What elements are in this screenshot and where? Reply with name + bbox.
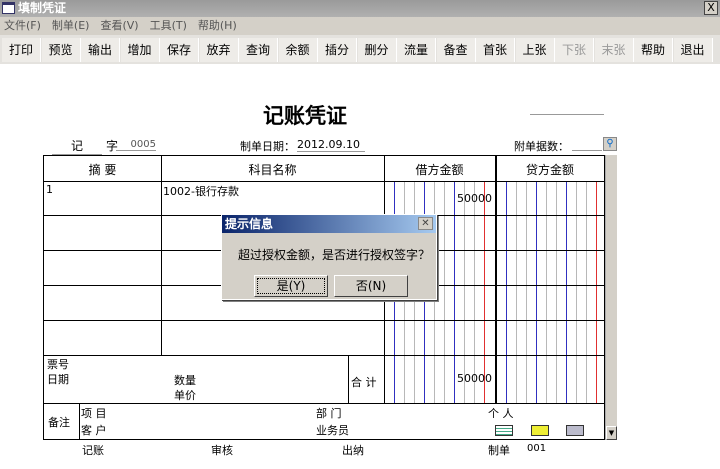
card-icon[interactable] — [531, 425, 549, 436]
grid-line — [496, 156, 497, 403]
column-header: 摘 要 — [88, 163, 117, 177]
toolbar-button[interactable]: 查询 — [239, 38, 278, 62]
toolbar-button[interactable]: 末张 — [594, 38, 634, 62]
grid-line — [44, 320, 604, 321]
person-label: 个 人 — [488, 407, 514, 420]
toolbar-button[interactable]: 首张 — [476, 38, 515, 62]
sign-bookkeep: 记账 — [82, 444, 104, 457]
no-button[interactable]: 否(N) — [334, 275, 408, 297]
ticket-label: 票号 — [47, 358, 69, 371]
toolbar-button[interactable]: 上张 — [515, 38, 555, 62]
toolbar-button[interactable]: 放弃 — [199, 38, 239, 62]
toolbar-button[interactable]: 帮助 — [634, 38, 673, 62]
yes-button[interactable]: 是(Y) — [254, 275, 328, 297]
menu-item[interactable]: 文件(F) — [4, 17, 41, 35]
menu-bar: 文件(F) 制单(E) 查看(V) 工具(T) 帮助(H) — [0, 17, 720, 35]
grid-line — [79, 403, 80, 440]
dialog-message: 超过授权金额，是否进行授权签字？ — [238, 248, 431, 262]
window-titlebar: 填制凭证 X — [0, 0, 720, 17]
column-header: 借方金额 — [415, 163, 464, 177]
sign-maker: 001 — [527, 443, 547, 454]
attach-label: 附单据数： — [514, 140, 569, 153]
summary-cell[interactable] — [46, 288, 159, 320]
voucher-number-field[interactable]: 0005 — [116, 139, 156, 151]
price-label: 单价 — [174, 389, 196, 402]
column-header: 贷方金额 — [525, 163, 574, 177]
menu-item[interactable]: 制单(E) — [52, 17, 90, 35]
toolbar-button[interactable]: 流量 — [397, 38, 436, 62]
note-icon[interactable] — [495, 425, 513, 436]
grid-line — [44, 355, 604, 356]
app-icon — [2, 2, 15, 14]
dept-label: 部 门 — [316, 407, 342, 420]
menu-item[interactable]: 帮助(H) — [198, 17, 237, 35]
salesman-label: 业务员 — [316, 424, 349, 437]
menu-item[interactable]: 查看(V) — [100, 17, 138, 35]
account-cell[interactable] — [163, 323, 382, 355]
toolbar-button[interactable]: 输出 — [81, 38, 120, 62]
debit-cell[interactable]: 50000 — [384, 192, 492, 205]
toolbar-button[interactable]: 打印 — [2, 38, 41, 62]
qty-label: 数量 — [174, 374, 196, 387]
voucher-type-field[interactable]: 记 — [52, 137, 102, 155]
summary-cell[interactable] — [46, 218, 159, 250]
grid-line — [44, 403, 604, 404]
window-title: 填制凭证 — [18, 1, 67, 15]
toolbar-button[interactable]: 预览 — [41, 38, 81, 62]
sign-cashier: 出纳 — [342, 444, 364, 457]
toolbar-button[interactable]: 插分 — [318, 38, 357, 62]
notes-label: 备注 — [48, 416, 70, 429]
project-label: 项 目 — [81, 407, 107, 420]
voucher-title: 记账凭证 — [263, 103, 347, 128]
toolbar-button[interactable]: 增加 — [120, 38, 160, 62]
scrollbar[interactable]: ▼ — [605, 155, 617, 440]
search-icon[interactable]: ⚲ — [603, 137, 617, 151]
sign-audit: 审核 — [211, 444, 233, 457]
date-label: 日期 — [47, 373, 69, 386]
total-debit: 50000 — [457, 372, 492, 385]
divider — [530, 114, 604, 115]
sign-maker-label: 制单 — [488, 444, 510, 457]
customer-label: 客 户 — [81, 424, 107, 437]
summary-cell[interactable] — [46, 323, 159, 355]
grid-line — [348, 355, 349, 403]
toolbar: 打印 预览 输出 增加 保存 放弃 查询 余额 插分 删分 流量 备查 首张 上张 下张 末张 帮助 退出 — [0, 35, 720, 64]
dialog-close-button[interactable]: ✕ — [418, 217, 433, 230]
attach-count-field[interactable] — [572, 150, 602, 151]
date-label: 制单日期： — [240, 140, 295, 153]
toolbar-button[interactable]: 删分 — [357, 38, 397, 62]
prompt-dialog: 提示信息 ✕ 超过授权金额，是否进行授权签字？ 是(Y) 否(N) — [221, 214, 437, 300]
grid-line — [161, 156, 162, 355]
total-label: 合 计 — [351, 376, 377, 389]
summary-cell[interactable]: 1 — [46, 183, 159, 215]
toolbar-button[interactable]: 保存 — [160, 38, 199, 62]
toolbar-button[interactable]: 退出 — [673, 38, 713, 62]
calculator-icon[interactable] — [566, 425, 584, 436]
toolbar-button[interactable]: 下张 — [555, 38, 594, 62]
toolbar-button[interactable]: 余额 — [278, 38, 318, 62]
grid-line — [44, 181, 604, 182]
toolbar-button[interactable]: 备查 — [436, 38, 476, 62]
dialog-title: 提示信息 — [222, 215, 436, 233]
close-button[interactable]: X — [704, 1, 718, 15]
scroll-down-arrow-icon[interactable]: ▼ — [606, 426, 617, 440]
menu-item[interactable]: 工具(T) — [150, 17, 187, 35]
summary-cell[interactable] — [46, 253, 159, 285]
account-cell[interactable]: 1002-银行存款 — [163, 183, 382, 215]
date-field[interactable]: 2012.09.10 — [297, 138, 365, 152]
column-header: 科目名称 — [248, 163, 297, 177]
